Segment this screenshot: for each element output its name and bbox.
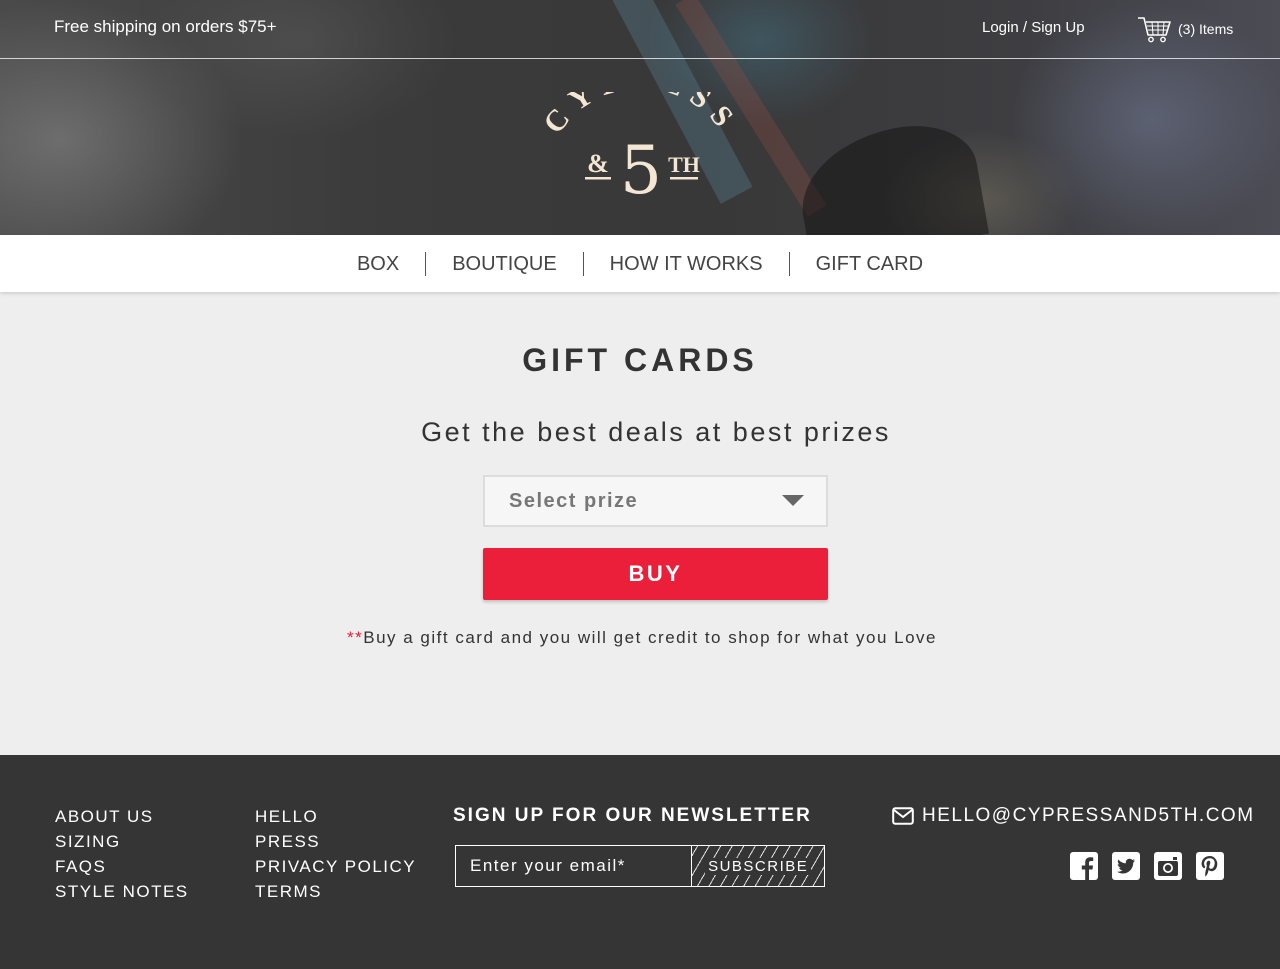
newsletter-form: SUBSCRIBE bbox=[455, 845, 825, 887]
footer-links-column-2: HELLO PRESS PRIVACY POLICY TERMS bbox=[255, 804, 416, 904]
instagram-icon[interactable] bbox=[1154, 852, 1182, 880]
footer-link-privacy-policy[interactable]: PRIVACY POLICY bbox=[255, 854, 416, 879]
twitter-icon[interactable] bbox=[1112, 852, 1140, 880]
note-asterisks: ** bbox=[347, 628, 364, 647]
subscribe-button[interactable]: SUBSCRIBE bbox=[691, 846, 824, 886]
contact-email: HELLO@CYPRESSAND5TH.COM bbox=[922, 805, 1255, 826]
chevron-down-icon bbox=[782, 495, 804, 506]
footer-link-sizing[interactable]: SIZING bbox=[55, 829, 189, 854]
hero-decor bbox=[790, 115, 990, 235]
newsletter-title: SIGN UP FOR OUR NEWSLETTER bbox=[453, 805, 812, 826]
prize-select-value: Select prize bbox=[509, 490, 639, 512]
contact-email-link[interactable]: HELLO@CYPRESSAND5TH.COM bbox=[892, 805, 1255, 827]
facebook-icon[interactable] bbox=[1070, 852, 1098, 880]
nav-item-gift-card[interactable]: GIFT CARD bbox=[788, 251, 949, 276]
logo-number: 5 bbox=[620, 132, 662, 202]
note-text: Buy a gift card and you will get credit … bbox=[363, 628, 937, 647]
nav-item-boutique[interactable]: BOUTIQUE bbox=[425, 251, 582, 276]
buy-button[interactable]: BUY bbox=[483, 548, 828, 600]
site-footer: ABOUT US SIZING FAQS STYLE NOTES HELLO P… bbox=[0, 755, 1280, 969]
cart-button[interactable]: (3) Items bbox=[1137, 15, 1233, 43]
footer-link-press[interactable]: PRESS bbox=[255, 829, 416, 854]
nav-item-box[interactable]: BOX bbox=[331, 252, 425, 276]
shipping-notice: Free shipping on orders $75+ bbox=[54, 17, 277, 36]
prize-select[interactable]: Select prize bbox=[483, 475, 828, 527]
mail-icon bbox=[892, 807, 914, 825]
top-bar: Free shipping on orders $75+ Login / Sig… bbox=[0, 0, 1280, 59]
social-links bbox=[1070, 852, 1224, 880]
subscribe-label: SUBSCRIBE bbox=[705, 857, 812, 875]
brand-logo[interactable]: CYPRESS & 5 TH bbox=[536, 92, 746, 202]
nav-item-how-it-works[interactable]: HOW IT WORKS bbox=[582, 251, 789, 276]
logo-ampersand: & bbox=[587, 149, 609, 178]
footer-link-faqs[interactable]: FAQS bbox=[55, 854, 189, 879]
page-title: GIFT CARDS bbox=[522, 342, 758, 378]
logo-suffix: TH bbox=[668, 152, 700, 177]
newsletter-email-input[interactable] bbox=[456, 846, 692, 886]
footer-link-about-us[interactable]: ABOUT US bbox=[55, 804, 189, 829]
footer-links-column-1: ABOUT US SIZING FAQS STYLE NOTES bbox=[55, 804, 189, 904]
footer-link-style-notes[interactable]: STYLE NOTES bbox=[55, 879, 189, 904]
pinterest-icon[interactable] bbox=[1196, 852, 1224, 880]
page-subtitle: Get the best deals at best prizes bbox=[421, 417, 891, 447]
main-nav: BOX BOUTIQUE HOW IT WORKS GIFT CARD bbox=[0, 235, 1280, 292]
cart-count: (3) Items bbox=[1178, 21, 1234, 37]
gift-card-note: **Buy a gift card and you will get credi… bbox=[0, 628, 1280, 648]
footer-link-hello[interactable]: HELLO bbox=[255, 804, 416, 829]
login-signup-link[interactable]: Login / Sign Up bbox=[982, 19, 1085, 36]
footer-link-terms[interactable]: TERMS bbox=[255, 879, 416, 904]
hero-banner: Free shipping on orders $75+ Login / Sig… bbox=[0, 0, 1280, 235]
shopping-cart-icon bbox=[1138, 17, 1171, 43]
